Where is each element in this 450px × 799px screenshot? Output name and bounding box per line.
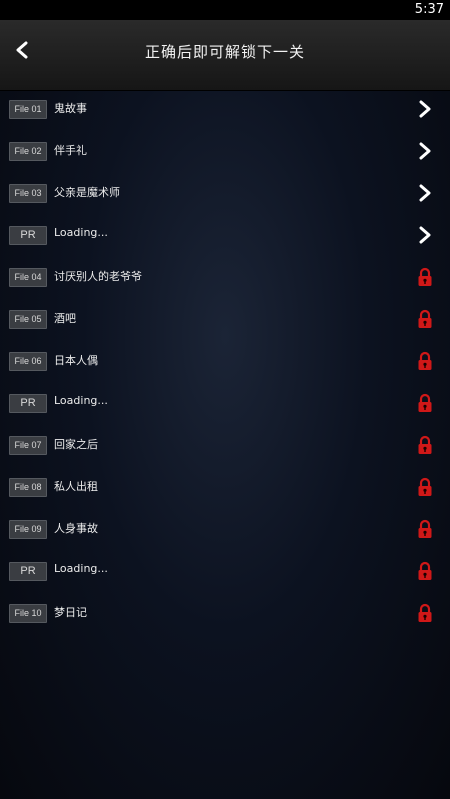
chevron-right-icon[interactable] (414, 224, 436, 246)
lock-icon (414, 518, 436, 540)
list-item[interactable]: File 03 父亲是魔术师 (0, 172, 450, 214)
chevron-right-icon[interactable] (414, 182, 436, 204)
list-item-title: 父亲是魔术师 (54, 186, 120, 199)
list-item-title: 伴手礼 (54, 144, 87, 157)
lock-icon (414, 392, 436, 414)
list-item[interactable]: PR Loading... (0, 214, 450, 256)
list-item-title: 日本人偶 (54, 354, 98, 367)
list-item[interactable]: File 10 梦日记 (0, 592, 450, 634)
list-item-title: 鬼故事 (54, 102, 87, 115)
list-item[interactable]: File 05 酒吧 (0, 298, 450, 340)
list-item-title: Loading... (54, 562, 108, 575)
chevron-right-icon[interactable] (414, 140, 436, 162)
list-item-title: Loading... (54, 226, 108, 239)
list-item[interactable]: PR Loading... (0, 550, 450, 592)
lock-icon (414, 308, 436, 330)
list-item-title: 酒吧 (54, 312, 76, 325)
file-badge: File 05 (9, 310, 47, 329)
list-item-title: 回家之后 (54, 438, 98, 451)
file-badge: PR (9, 394, 47, 413)
file-badge: PR (9, 226, 47, 245)
list-item-title: 人身事故 (54, 522, 98, 535)
chevron-right-icon[interactable] (414, 98, 436, 120)
lock-icon (414, 434, 436, 456)
status-clock: 5:37 (414, 2, 444, 17)
list-item-title: Loading... (54, 394, 108, 407)
list-item[interactable]: File 01 鬼故事 (0, 88, 450, 130)
lock-icon (414, 476, 436, 498)
file-badge: File 04 (9, 268, 47, 287)
lock-icon (414, 602, 436, 624)
lock-icon (414, 560, 436, 582)
file-badge: File 08 (9, 478, 47, 497)
file-badge: File 02 (9, 142, 47, 161)
page-title: 正确后即可解锁下一关 (144, 43, 305, 61)
lock-icon (414, 350, 436, 372)
list-item[interactable]: PR Loading... (0, 382, 450, 424)
file-badge: File 03 (9, 184, 47, 203)
list-item[interactable]: File 07 回家之后 (0, 424, 450, 466)
file-badge: File 07 (9, 436, 47, 455)
list-item[interactable]: File 06 日本人偶 (0, 340, 450, 382)
list-item[interactable]: File 04 讨厌别人的老爷爷 (0, 256, 450, 298)
list-item-title: 私人出租 (54, 480, 98, 493)
list-item[interactable]: File 02 伴手礼 (0, 130, 450, 172)
list-item[interactable]: File 08 私人出租 (0, 466, 450, 508)
file-badge: PR (9, 562, 47, 581)
file-badge: File 09 (9, 520, 47, 539)
lock-icon (414, 266, 436, 288)
file-badge: File 10 (9, 604, 47, 623)
file-badge: File 01 (9, 100, 47, 119)
list-item-title: 梦日记 (54, 606, 87, 619)
list-item-title: 讨厌别人的老爷爷 (54, 270, 142, 283)
list-item[interactable]: File 09 人身事故 (0, 508, 450, 550)
file-badge: File 06 (9, 352, 47, 371)
status-bar: 5:37 (0, 0, 450, 20)
